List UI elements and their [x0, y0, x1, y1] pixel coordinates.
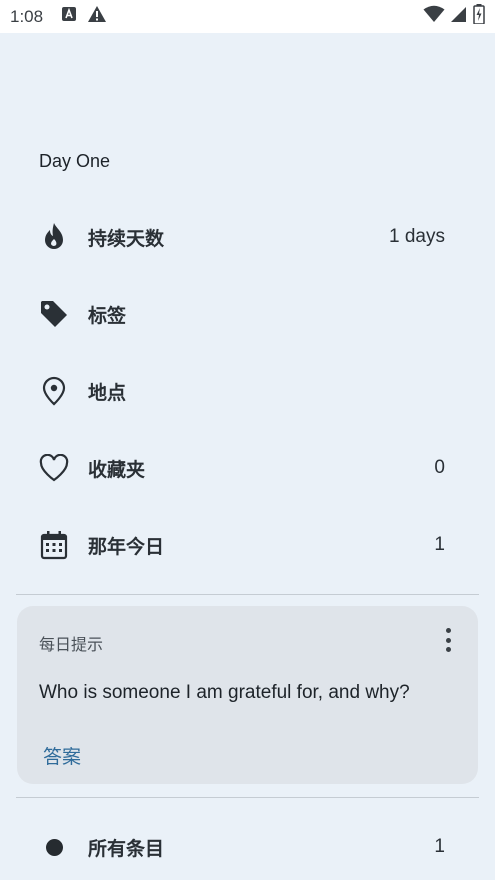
- nav-item-on-this-day[interactable]: 那年今日 1: [0, 515, 495, 575]
- flame-icon: [38, 221, 70, 253]
- answer-button[interactable]: 答案: [43, 742, 81, 769]
- nav-label-all-entries: 所有条目: [88, 838, 165, 860]
- nav-count-streak: 1 days: [389, 226, 445, 247]
- calendar-icon: [38, 529, 70, 561]
- status-bar: 1:08: [0, 0, 495, 33]
- nav-count-all-entries: 1: [434, 836, 445, 857]
- divider: [16, 797, 479, 798]
- navigation-drawer: Day One 持续天数 1 days 标签 地点 收藏夹 0 那年今日 1 每…: [0, 33, 495, 880]
- nav-item-places[interactable]: 地点: [0, 361, 495, 421]
- nav-count-on-this-day: 1: [434, 534, 445, 555]
- warning-icon: [87, 5, 107, 28]
- daily-prompt-heading: 每日提示: [39, 637, 104, 654]
- nav-item-all-entries[interactable]: 所有条目 1: [0, 817, 495, 877]
- journal-name[interactable]: Day One: [39, 151, 110, 172]
- a-notification-icon: [61, 6, 77, 27]
- battery-charging-icon: [473, 4, 485, 29]
- nav-label-on-this-day: 那年今日: [88, 536, 165, 558]
- tag-icon: [38, 298, 70, 330]
- nav-item-streak[interactable]: 持续天数 1 days: [0, 207, 495, 267]
- nav-item-favorites[interactable]: 收藏夹 0: [0, 438, 495, 498]
- nav-label-streak: 持续天数: [88, 228, 165, 250]
- nav-label-tags: 标签: [88, 305, 127, 327]
- heart-icon: [38, 452, 70, 484]
- daily-prompt-text: Who is someone I am grateful for, and wh…: [39, 682, 410, 703]
- more-options-icon[interactable]: [440, 626, 456, 654]
- status-time: 1:08: [10, 6, 44, 26]
- nav-label-places: 地点: [88, 382, 127, 404]
- nav-label-favorites: 收藏夹: [88, 459, 146, 481]
- location-pin-icon: [38, 375, 70, 407]
- divider: [16, 594, 479, 595]
- wifi-icon: [423, 5, 445, 28]
- signal-icon: [451, 6, 467, 28]
- nav-count-favorites: 0: [434, 457, 445, 478]
- dot-icon: [38, 831, 70, 863]
- daily-prompt-card[interactable]: 每日提示 Who is someone I am grateful for, a…: [17, 606, 478, 784]
- nav-item-tags[interactable]: 标签: [0, 284, 495, 344]
